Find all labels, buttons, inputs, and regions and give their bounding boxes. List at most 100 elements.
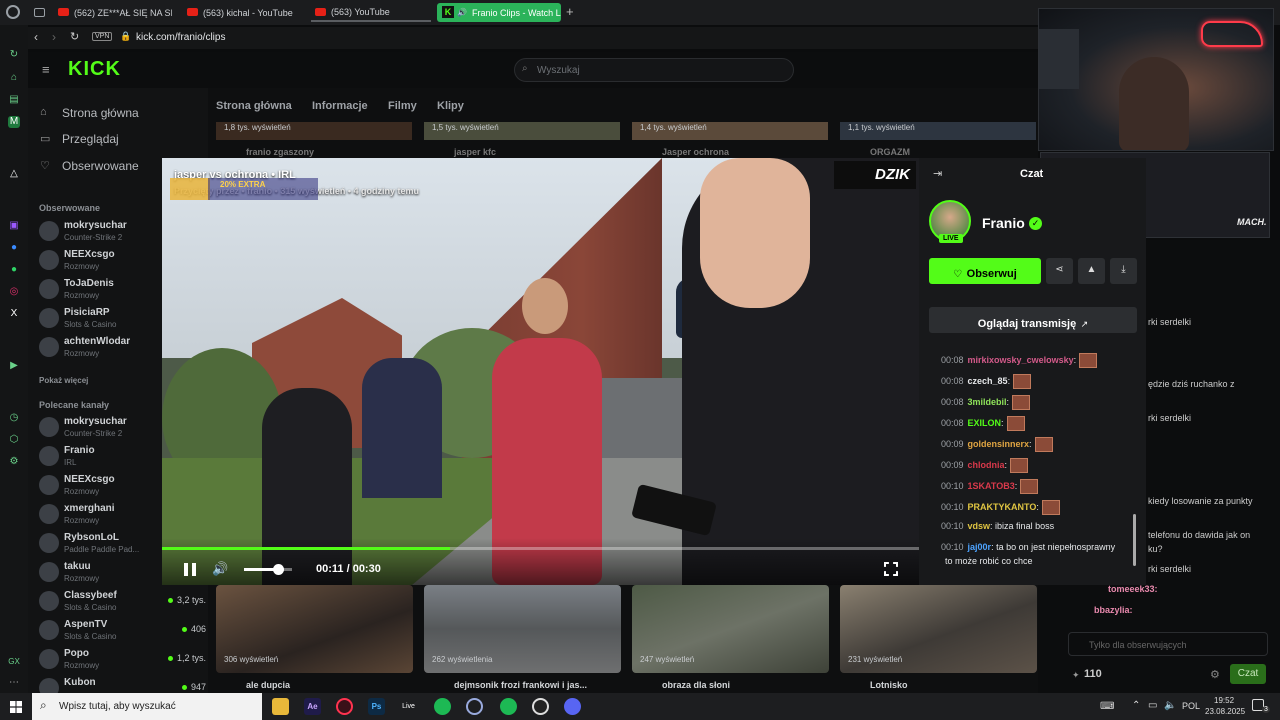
volume-slider[interactable] (244, 564, 292, 575)
url-text[interactable]: kick.com/franio/clips (136, 32, 225, 43)
report-button[interactable]: ▲ (1078, 258, 1105, 284)
chat-username[interactable]: 3mildebil (968, 397, 1007, 407)
m-app-icon[interactable]: M (8, 116, 20, 128)
pause-icon[interactable] (184, 563, 196, 576)
chat-username[interactable]: EXILON (968, 418, 1002, 428)
new-tab-button[interactable]: + (566, 4, 574, 19)
network-icon[interactable]: ▭ (1148, 700, 1157, 711)
chat-username[interactable]: goldensinnerx (968, 439, 1030, 449)
volume-knob[interactable] (272, 564, 284, 575)
clip-title[interactable]: ale dupcia (246, 680, 290, 690)
obs-icon[interactable] (532, 698, 549, 715)
sidebar-channel[interactable]: Classybeef Slots & Casino 3,2 tys. (36, 588, 206, 615)
settings-icon[interactable]: ⚙ (1210, 668, 1220, 681)
tab-youtube-3[interactable]: (563) YouTube (311, 3, 431, 22)
clip-title[interactable]: ORGAZM (870, 147, 910, 157)
tab-clips[interactable]: Klipy (437, 100, 464, 112)
download-button[interactable]: ⤓ (1110, 258, 1137, 284)
settings-icon[interactable]: ⚙ (8, 456, 20, 468)
reload-icon[interactable]: ↻ (70, 30, 79, 43)
sidebar-channel[interactable]: Popo Rozmowy 1,2 tys. (36, 646, 206, 673)
volume-tray-icon[interactable]: 🔈 (1164, 700, 1176, 711)
more-icon[interactable]: ⋯ (8, 677, 20, 689)
nav-browse[interactable]: Przeglądaj (62, 132, 119, 146)
clock-date[interactable]: 23.08.2025 (1205, 707, 1245, 716)
extensions-icon[interactable]: ⬡ (8, 434, 20, 446)
clip-title[interactable]: Jasper ochrona (662, 147, 729, 157)
chat-username[interactable]: czech_85 (968, 376, 1008, 386)
keyboard-icon[interactable]: ⌨ (1100, 701, 1114, 712)
messenger-icon[interactable]: ● (8, 242, 20, 254)
twitch-icon[interactable]: ▣ (8, 220, 20, 232)
channel-name[interactable]: Franio (982, 215, 1025, 231)
opera-logo-icon[interactable] (6, 5, 20, 19)
spotify-icon[interactable] (434, 698, 451, 715)
clip-video-player[interactable]: jasper vs ochrona • IRL Przycięty przez … (162, 158, 919, 585)
chat-username[interactable]: bbazylia: (1094, 605, 1133, 615)
clip-title[interactable]: Lotnisko (870, 680, 908, 690)
watch-stream-button[interactable]: Oglądaj transmisję ↗ (929, 307, 1137, 333)
photoshop-icon[interactable]: Ps (368, 698, 385, 715)
tab-kick-active[interactable]: K 🔊 Franio Clips - Watch L... (437, 3, 561, 22)
back-icon[interactable]: ‹ (34, 30, 38, 44)
after-effects-icon[interactable]: Ae (304, 698, 321, 715)
language-indicator[interactable]: POL (1182, 701, 1200, 711)
menu-icon[interactable]: ≡ (42, 62, 50, 77)
taskbar-search-input[interactable]: ⌕ Wpisz tutaj, aby wyszukać (32, 693, 262, 720)
chat-username[interactable]: chlodnia (968, 460, 1005, 470)
windows-start-icon[interactable] (10, 701, 22, 713)
whatsapp-icon[interactable]: ● (8, 264, 20, 276)
spotify-2-icon[interactable] (500, 698, 517, 715)
clip-title[interactable]: obraza dla słoni (662, 680, 730, 690)
tab-youtube-1[interactable]: (562) ZE***AŁ SIĘ NA SI... (54, 3, 172, 22)
search-input[interactable]: Wyszukaj (514, 58, 794, 82)
chat-username[interactable]: jaj00r (968, 542, 992, 552)
x-icon[interactable]: X (8, 308, 20, 320)
tab-switcher-icon[interactable] (34, 8, 45, 17)
kick-logo[interactable]: KICK (68, 58, 121, 81)
channel-points[interactable]: 110 (1084, 668, 1102, 680)
follow-button[interactable]: ♡ Obserwuj (929, 258, 1041, 284)
live-app-icon[interactable]: Live (400, 698, 417, 715)
clip-title[interactable]: dejmsonik frozi frankowi i jas... (454, 680, 587, 690)
opera-gx-icon[interactable] (336, 698, 353, 715)
collapse-chat-icon[interactable]: ⇥ (933, 167, 942, 180)
show-more-link[interactable]: Pokaż więcej (39, 376, 88, 385)
sidebar-channel[interactable]: AspenTV Slots & Casino 406 (36, 617, 206, 644)
nav-home[interactable]: Strona główna (62, 106, 139, 120)
tab-home[interactable]: Strona główna (216, 100, 292, 112)
clip-title[interactable]: franio zgaszony (246, 147, 314, 157)
history-icon[interactable]: ◷ (8, 412, 20, 424)
chat-username[interactable]: mirkixowsky_cwelowsky (968, 355, 1074, 365)
clock-time[interactable]: 19:52 (1214, 696, 1234, 705)
tab-youtube-2[interactable]: (563) kichal - YouTube (183, 3, 303, 22)
chat-username[interactable]: PRAKTYKANTO (968, 502, 1037, 512)
chat-username[interactable]: 1SKATOB3 (968, 481, 1015, 491)
tab-videos[interactable]: Filmy (388, 100, 417, 112)
nav-following[interactable]: Obserwowane (62, 159, 139, 173)
instagram-icon[interactable]: ◎ (8, 286, 20, 298)
chat-scrollbar[interactable] (1133, 514, 1136, 566)
capcut-icon[interactable] (466, 698, 483, 715)
clip-title[interactable]: jasper kfc (454, 147, 496, 157)
chat-username[interactable]: tomeeek33: (1108, 584, 1158, 594)
tab-info[interactable]: Informacje (312, 100, 368, 112)
vpn-badge[interactable]: VPN (92, 32, 113, 41)
flow-icon[interactable]: ▤ (8, 94, 20, 106)
aria-icon[interactable]: △ (8, 168, 20, 180)
chat-username[interactable]: vdsw (968, 521, 991, 531)
send-chat-button[interactable]: Czat (1230, 664, 1266, 684)
player-icon[interactable]: ▶ (8, 360, 20, 372)
volume-icon[interactable]: 🔊 (212, 561, 228, 577)
chat-input[interactable]: Tylko dla obserwujących (1068, 632, 1268, 656)
share-icon: ⋖ (1055, 264, 1064, 275)
gx-icon[interactable]: GX (8, 656, 20, 668)
refresh-icon[interactable]: ↻ (8, 49, 20, 61)
progress-track[interactable] (162, 547, 919, 550)
file-explorer-icon[interactable] (272, 698, 289, 715)
forward-icon[interactable]: › (52, 30, 56, 44)
tray-chevron-icon[interactable]: ⌃ (1132, 700, 1140, 711)
home-icon[interactable]: ⌂ (8, 72, 20, 84)
share-button[interactable]: ⋖ (1046, 258, 1073, 284)
discord-icon[interactable] (564, 698, 581, 715)
